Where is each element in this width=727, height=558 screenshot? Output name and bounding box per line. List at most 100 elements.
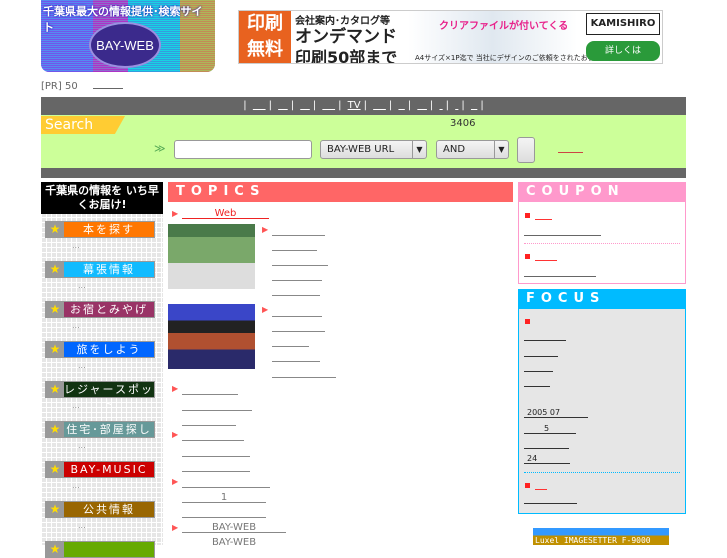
star-icon: ★ [46,302,64,317]
topic-link[interactable] [182,461,250,472]
topic-text-bay-web: BAY-WEB [211,537,257,548]
triangle-icon: ▶ [262,225,269,234]
sidebar-item[interactable]: ★ レジャースポット [45,381,155,411]
triangle-icon: ▶ [172,523,179,532]
focus-link[interactable] [524,346,558,357]
site-count: 3406 [450,118,476,129]
sidebar-item-label: 旅をしよう [64,342,154,357]
sidebar-item-description: ... [78,281,86,290]
goats-photo[interactable] [168,224,255,289]
focus-link[interactable] [535,480,547,490]
banner-brand: KAMISHIRO [586,13,660,35]
topic-link[interactable] [182,400,252,411]
focus-title: FOCUS [518,289,686,309]
triangle-icon: ▶ [262,305,269,314]
topic-link-1[interactable]: 1 [182,492,266,503]
topic-link-web[interactable]: Web [182,208,269,219]
topic-link[interactable] [272,367,336,378]
topic-link[interactable] [272,240,317,251]
topic-link[interactable] [272,336,309,347]
chevron-down-icon: ▼ [494,141,508,158]
scope-select[interactable]: BAY-WEB URL ▼ [320,140,427,159]
nav-link[interactable] [253,100,266,111]
nav-link[interactable] [322,100,335,111]
bullet-icon [525,483,530,488]
topic-link[interactable] [182,477,270,488]
sidebar-item-description: ... [78,441,86,450]
topic-link[interactable] [272,306,322,317]
topic-link[interactable] [182,430,244,441]
night-building-photo[interactable] [168,304,255,369]
mode-select[interactable]: AND ▼ [436,140,509,159]
nav-link-tv[interactable]: TV [348,100,361,111]
nav-link[interactable] [373,100,386,111]
star-icon: ★ [46,462,64,477]
sidebar-item[interactable]: ★ 住宅･部屋探し [45,421,155,438]
focus-link-5[interactable]: 5 [524,423,576,434]
printing-ad-banner[interactable]: 印刷無料 会社案内･カタログ等 オンデマンド 印刷50部まで クリアファイルが付… [238,10,663,64]
search-button[interactable] [517,137,535,163]
advanced-search-link[interactable] [558,142,583,153]
focus-date-link[interactable]: 2005 07 [524,407,588,418]
nav-link[interactable] [300,100,310,111]
bay-web-logo[interactable]: 千葉県最大の情報提供･検索サイト BAY-WEB [41,0,215,72]
focus-link[interactable] [524,330,566,341]
coupon-link[interactable] [535,210,552,220]
sidebar-item-label: 本を探す [64,222,154,237]
nav-link[interactable] [439,100,442,111]
nav-link[interactable] [417,100,427,111]
coupon-link[interactable] [524,225,601,236]
topic-link[interactable] [182,384,238,395]
sidebar-item[interactable]: ★ 幕張情報 [45,261,155,278]
sidebar-item[interactable]: ★ 旅をしよう [45,341,155,358]
star-icon: ★ [46,542,64,557]
nav-link[interactable] [455,100,458,111]
nav-bar: | | | | | TV | | | | | | | [41,97,686,115]
topic-link[interactable] [272,285,320,296]
focus-link[interactable] [524,493,577,504]
sidebar-item-label: 幕張情報 [64,262,154,277]
nav-link[interactable] [471,100,477,111]
focus-link-24[interactable]: 24 [524,453,570,464]
nav-link[interactable] [278,100,288,111]
coupon-link[interactable] [524,266,596,277]
sidebar-item[interactable]: ★ [45,541,155,558]
topic-link[interactable] [272,255,328,266]
nav-link[interactable] [398,100,404,111]
mode-select-value: AND [443,144,466,155]
sidebar-item-description: ... [78,361,86,370]
search-input[interactable] [174,140,312,159]
sidebar-item-label: レジャースポット [64,382,154,411]
divider-bar [41,168,686,178]
triangle-icon: ▶ [172,430,179,439]
search-label: Search [41,116,125,134]
triangle-icon: ▶ [172,209,179,218]
topic-link[interactable] [182,507,266,518]
sidebar-item-label: 住宅･部屋探し [64,422,154,437]
pr-link[interactable] [92,78,123,89]
coupon-link[interactable] [535,251,557,261]
scope-select-value: BAY-WEB URL [327,144,395,155]
focus-link[interactable] [524,438,569,449]
focus-link[interactable] [524,376,550,387]
sidebar-item[interactable]: ★ 公共情報 [45,501,155,518]
sidebar-header: 千葉県の情報を いち早くお届け! [41,182,163,214]
topic-link[interactable] [272,225,325,236]
topic-link[interactable] [272,321,325,332]
topic-link[interactable] [272,351,320,362]
pr-line: [PR] 50 [41,78,123,92]
topic-link[interactable] [272,270,322,281]
banner-more-button[interactable]: 詳しくは [586,41,660,61]
sidebar-item[interactable]: ★ お宿とみやげ [45,301,155,318]
sidebar-item-description: ... [72,321,80,330]
sidebar-item[interactable]: ★ 本を探す [45,221,155,238]
focus-link[interactable] [524,361,553,372]
topic-link[interactable] [182,415,236,426]
imagesetter-ad[interactable]: Luxel IMAGESETTER F-9000 [533,528,669,545]
sidebar-item[interactable]: ★ BAY-MUSIC [45,461,155,478]
divider [524,243,680,244]
topic-link[interactable] [182,446,250,457]
coupon-title: COUPON [518,182,686,202]
arrow-icon: ≫ [154,142,166,155]
topic-link-bay-web[interactable]: BAY-WEB [182,522,286,533]
